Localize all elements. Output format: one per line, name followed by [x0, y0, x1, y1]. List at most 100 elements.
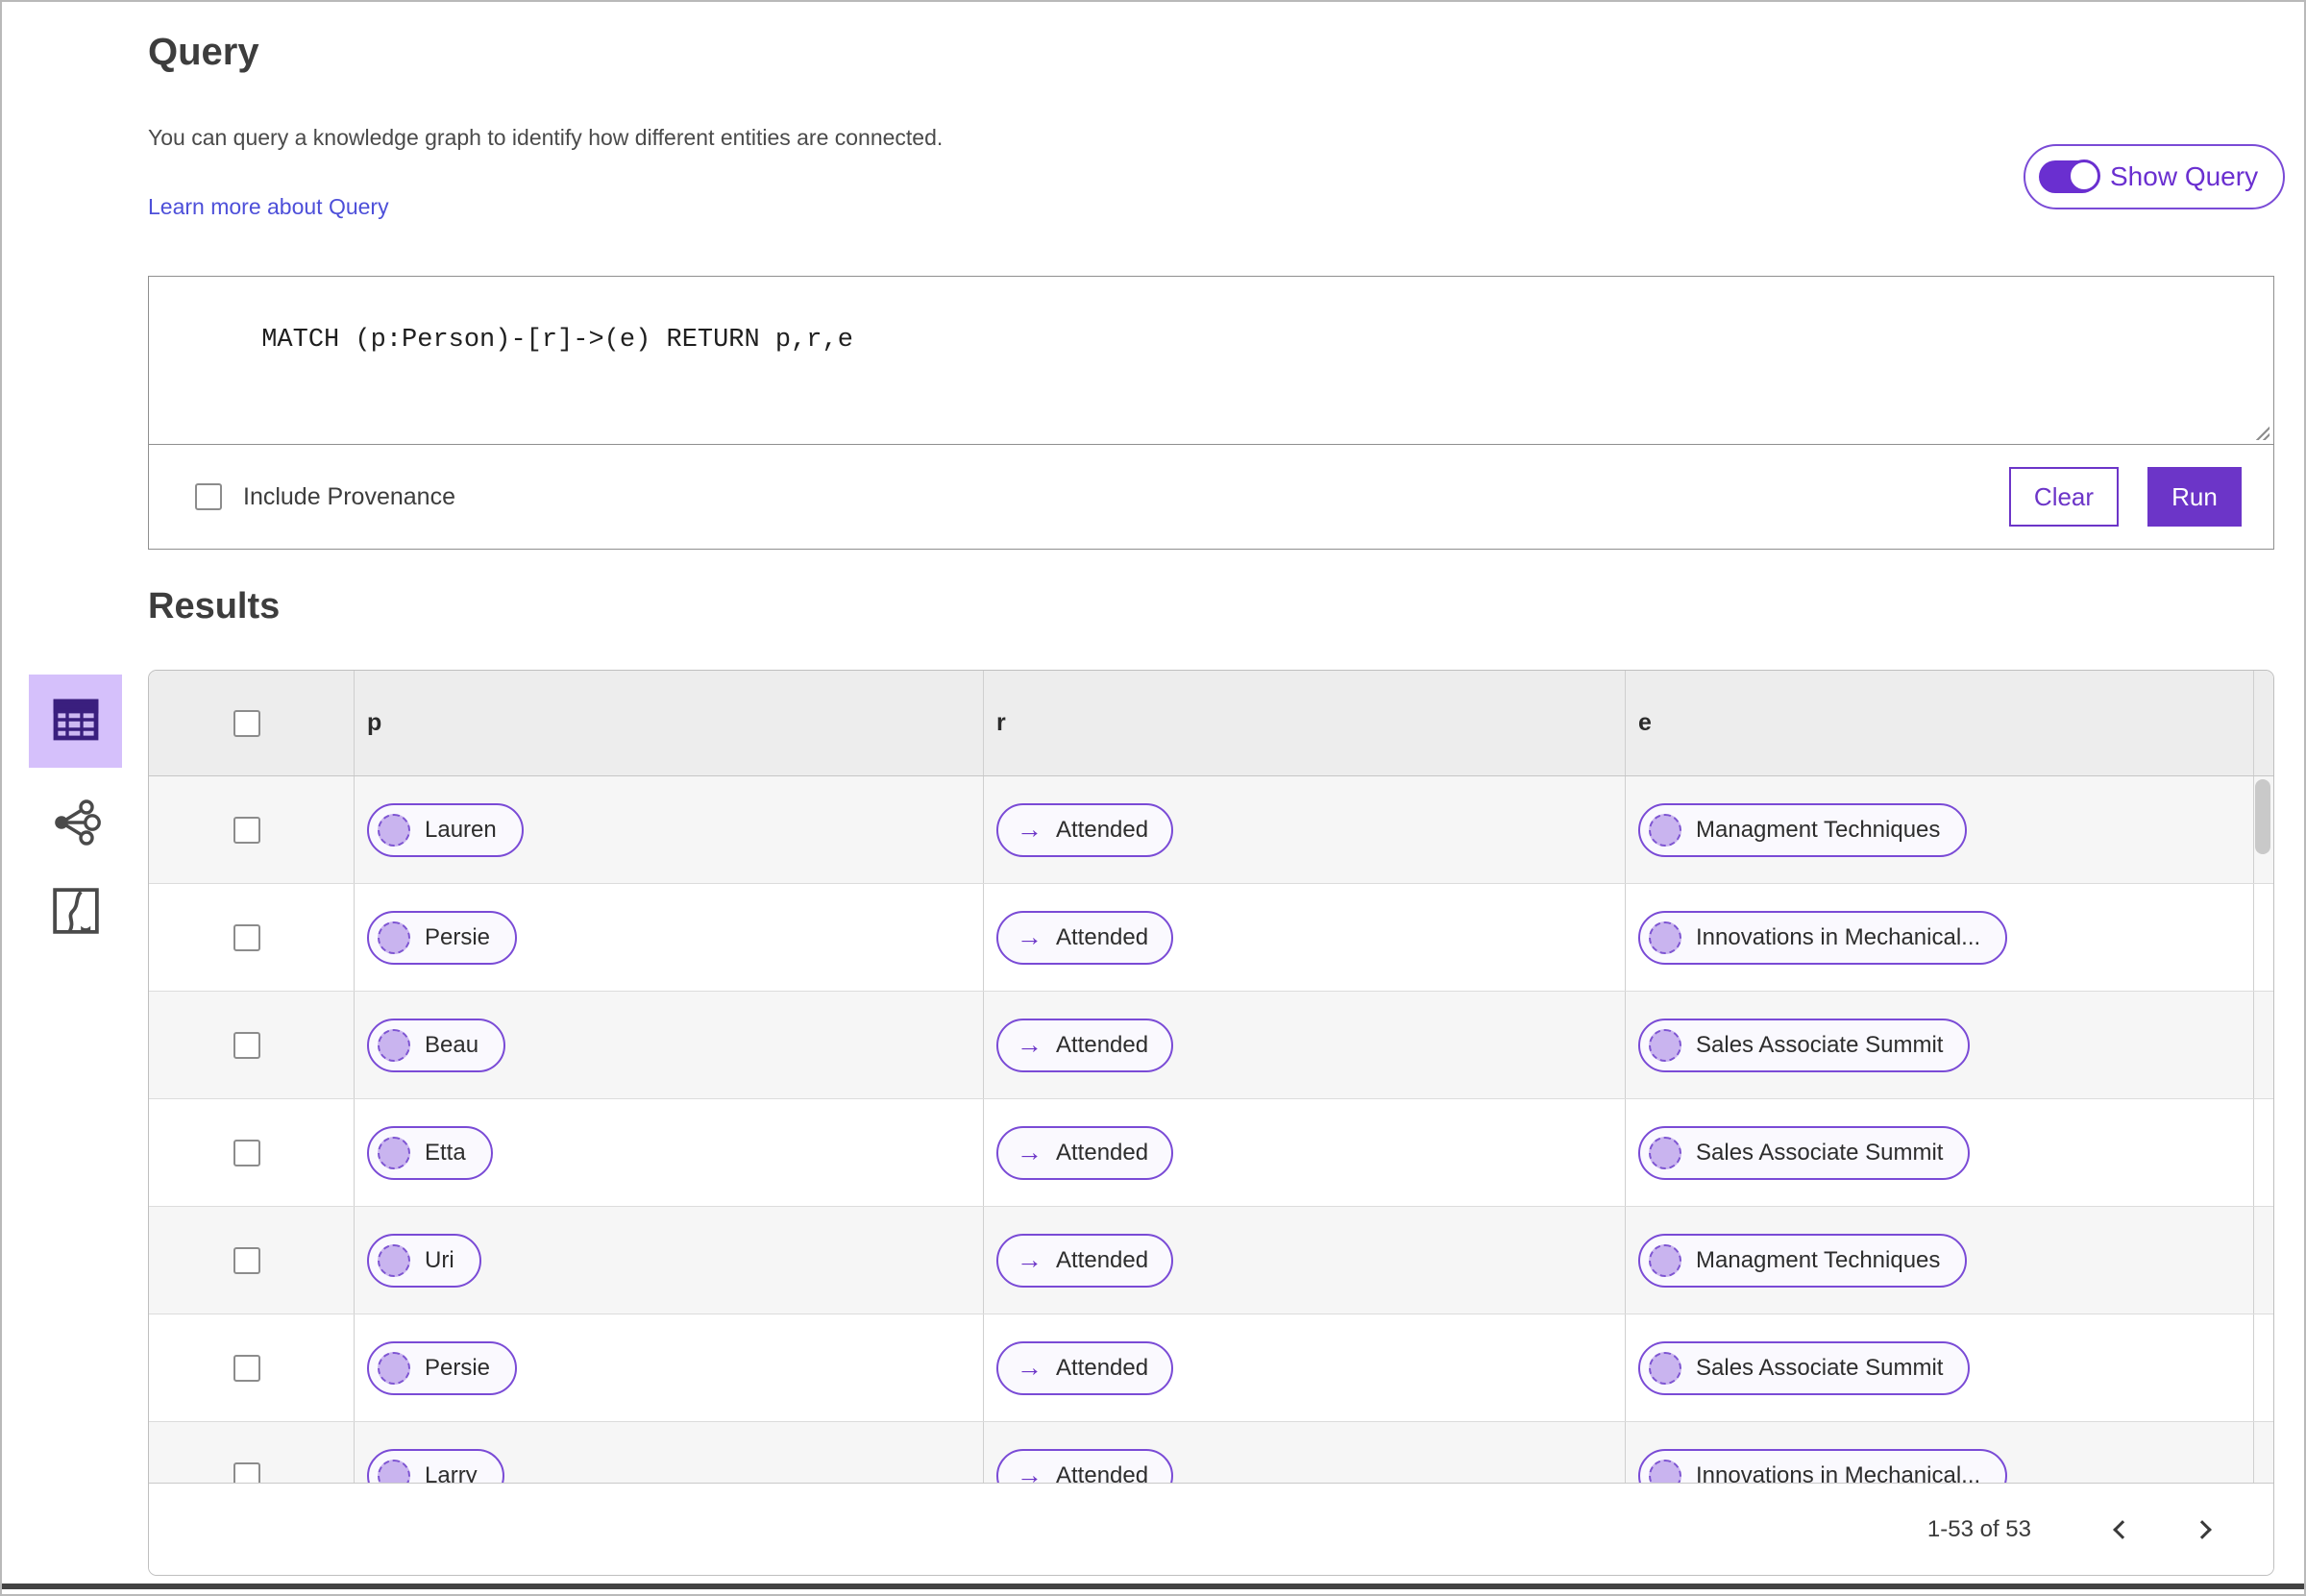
entity-label: Managment Techniques — [1696, 1246, 1941, 1273]
run-button[interactable]: Run — [2147, 467, 2242, 527]
include-provenance-option[interactable]: Include Provenance — [195, 483, 455, 511]
query-editor-panel: MATCH (p:Person)-[r]->(e) RETURN p,r,e I… — [148, 276, 2274, 550]
r-cell: → Attended — [983, 1207, 1625, 1314]
row-checkbox[interactable] — [233, 1139, 260, 1166]
entity-node-icon — [1649, 1459, 1681, 1483]
relation-label: Attended — [1056, 816, 1149, 843]
entity-pill[interactable]: Persie — [367, 910, 518, 965]
relation-pill[interactable]: → Attended — [996, 1018, 1174, 1072]
row-checkbox-cell — [149, 884, 354, 991]
entity-node-icon — [378, 1028, 410, 1062]
include-provenance-label: Include Provenance — [243, 482, 455, 510]
table-row: Etta → Attended Sales Associate Summit — [149, 1099, 2273, 1207]
scrollbar-track[interactable] — [2253, 1099, 2273, 1206]
relation-label: Attended — [1056, 1461, 1149, 1484]
relation-label: Attended — [1056, 923, 1149, 950]
r-cell: → Attended — [983, 884, 1625, 991]
relation-pill[interactable]: → Attended — [996, 1125, 1174, 1180]
scrollbar-header-cell — [2253, 671, 2273, 775]
entity-pill[interactable]: Innovations in Mechanical... — [1638, 910, 2008, 965]
scrollbar-track[interactable] — [2253, 1314, 2273, 1421]
table-view-button[interactable] — [29, 675, 122, 768]
previous-page-button[interactable] — [2100, 1510, 2139, 1549]
show-query-toggle[interactable]: Show Query — [2024, 144, 2286, 209]
entity-pill[interactable]: Sales Associate Summit — [1638, 1125, 1971, 1180]
toggle-on-icon[interactable] — [2039, 160, 2100, 193]
clear-button[interactable]: Clear — [2009, 467, 2119, 527]
row-checkbox[interactable] — [233, 1246, 260, 1274]
results-table: p r e Lauren → Attended Managment Techni… — [148, 670, 2274, 1576]
arrow-right-icon: → — [1017, 1245, 1043, 1274]
entity-label: Innovations in Mechanical... — [1696, 923, 1981, 950]
arrow-right-icon: → — [1017, 815, 1043, 844]
window-bottom-edge — [2, 1584, 2304, 1589]
entity-pill[interactable]: Managment Techniques — [1638, 1233, 1968, 1288]
p-cell: Persie — [354, 884, 983, 991]
query-page: Query You can query a knowledge graph to… — [0, 0, 2306, 1596]
scrollbar-track[interactable] — [2253, 1207, 2273, 1314]
row-checkbox[interactable] — [233, 1354, 260, 1382]
entity-label: Persie — [425, 1354, 491, 1381]
entity-node-icon — [1649, 1136, 1681, 1169]
page-description: You can query a knowledge graph to ident… — [148, 125, 944, 150]
map-view-button[interactable] — [52, 887, 100, 936]
entity-label: Persie — [425, 923, 491, 950]
relation-pill[interactable]: → Attended — [996, 802, 1174, 857]
column-header-r: r — [983, 671, 1625, 775]
table-row: Persie → Attended Sales Associate Summit — [149, 1314, 2273, 1422]
entity-pill[interactable]: Sales Associate Summit — [1638, 1018, 1971, 1072]
learn-more-link[interactable]: Learn more about Query — [148, 194, 389, 220]
query-text: MATCH (p:Person)-[r]->(e) RETURN p,r,e — [261, 326, 853, 355]
table-row: Uri → Attended Managment Techniques — [149, 1207, 2273, 1314]
scrollbar-track[interactable] — [2253, 992, 2273, 1098]
p-cell: Uri — [354, 1207, 983, 1314]
chevron-right-icon — [2192, 1519, 2212, 1539]
row-checkbox[interactable] — [233, 1461, 260, 1483]
r-cell: → Attended — [983, 1099, 1625, 1206]
entity-pill[interactable]: Lauren — [367, 802, 524, 857]
scrollbar-track[interactable] — [2253, 884, 2273, 991]
show-query-label: Show Query — [2110, 161, 2259, 191]
e-cell: Managment Techniques — [1625, 776, 2253, 883]
scrollbar-track[interactable] — [2253, 1422, 2273, 1483]
row-checkbox-cell — [149, 1099, 354, 1206]
e-cell: Managment Techniques — [1625, 1207, 2253, 1314]
relation-pill[interactable]: → Attended — [996, 910, 1174, 965]
entity-pill[interactable]: Innovations in Mechanical... — [1638, 1448, 2008, 1484]
entity-pill[interactable]: Persie — [367, 1340, 518, 1395]
relation-pill[interactable]: → Attended — [996, 1448, 1174, 1484]
relation-pill[interactable]: → Attended — [996, 1233, 1174, 1288]
entity-label: Uri — [425, 1246, 454, 1273]
next-page-button[interactable] — [2185, 1510, 2223, 1549]
column-header-e: e — [1625, 671, 2253, 775]
entity-label: Innovations in Mechanical... — [1696, 1461, 1981, 1484]
entity-node-icon — [378, 921, 410, 954]
row-checkbox-cell — [149, 1314, 354, 1421]
query-editor-textarea[interactable]: MATCH (p:Person)-[r]->(e) RETURN p,r,e — [149, 277, 2273, 445]
entity-pill[interactable]: Larry — [367, 1448, 504, 1483]
relation-label: Attended — [1056, 1031, 1149, 1058]
entity-pill[interactable]: Sales Associate Summit — [1638, 1340, 1971, 1395]
relation-label: Attended — [1056, 1139, 1149, 1166]
row-checkbox[interactable] — [233, 923, 260, 951]
relation-pill[interactable]: → Attended — [996, 1340, 1174, 1395]
resize-handle-icon[interactable] — [2253, 424, 2269, 440]
chevron-left-icon — [2112, 1519, 2132, 1539]
pagination-bar: 1-53 of 53 — [149, 1483, 2273, 1575]
entity-label: Managment Techniques — [1696, 816, 1941, 843]
network-view-button[interactable] — [50, 798, 102, 849]
entity-node-icon — [378, 813, 410, 847]
include-provenance-checkbox[interactable] — [195, 483, 222, 510]
row-checkbox[interactable] — [233, 1031, 260, 1059]
row-checkbox-cell — [149, 992, 354, 1098]
network-graph-icon — [50, 797, 102, 851]
header-checkbox-cell — [149, 671, 354, 775]
row-checkbox[interactable] — [233, 816, 260, 844]
entity-node-icon — [378, 1351, 410, 1385]
scrollbar-thumb[interactable] — [2255, 779, 2270, 854]
entity-pill[interactable]: Uri — [367, 1233, 481, 1288]
entity-pill[interactable]: Beau — [367, 1018, 506, 1072]
entity-pill[interactable]: Managment Techniques — [1638, 802, 1968, 857]
select-all-checkbox[interactable] — [233, 709, 260, 737]
entity-pill[interactable]: Etta — [367, 1125, 493, 1180]
